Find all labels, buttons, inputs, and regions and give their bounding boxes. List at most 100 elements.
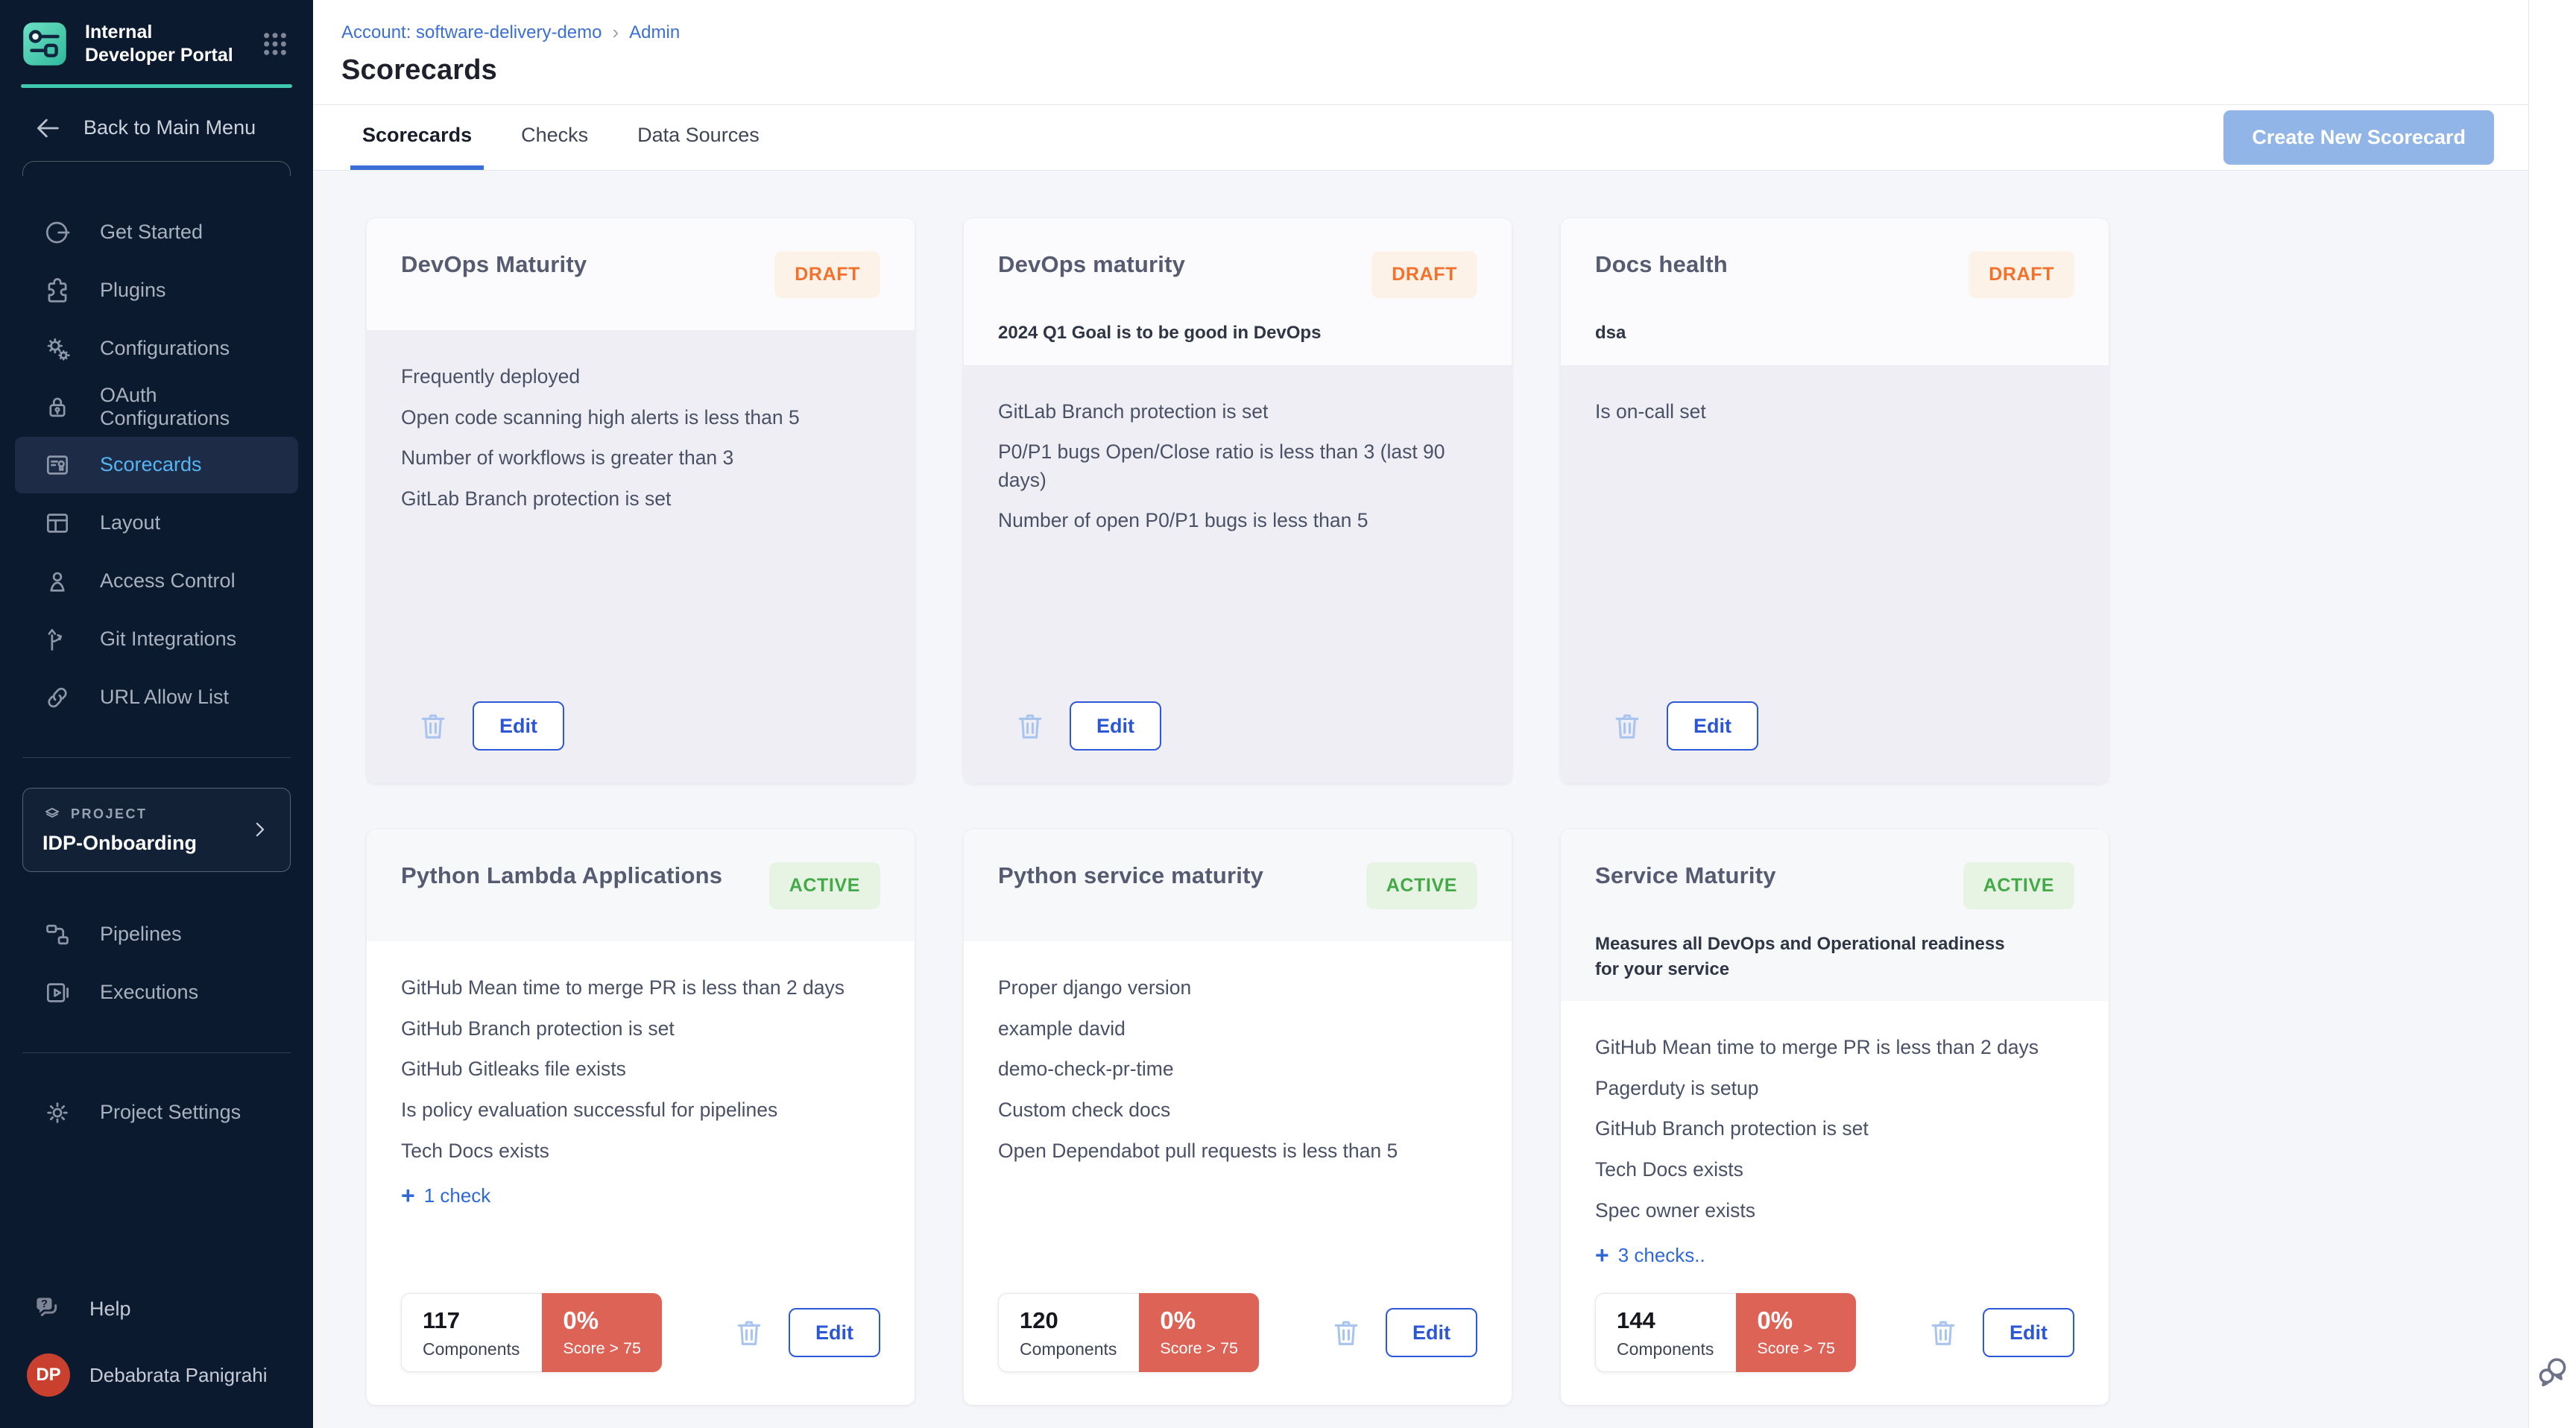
back-to-main-menu[interactable]: Back to Main Menu <box>0 88 313 143</box>
sidebar-nav-item[interactable]: Pipelines <box>15 906 298 963</box>
project-selector[interactable]: PROJECT IDP-Onboarding <box>22 788 291 872</box>
nav-item-label: Pipelines <box>100 923 182 946</box>
nav-item-icon <box>43 218 72 247</box>
card-body: GitLab Branch protection is set P0/P1 bu… <box>964 365 1512 783</box>
delete-scorecard-button[interactable] <box>732 1315 766 1350</box>
nav-item-label: Git Integrations <box>100 628 236 651</box>
components-label: Components <box>423 1339 520 1359</box>
edit-scorecard-button[interactable]: Edit <box>473 701 564 751</box>
card-title: Docs health <box>1595 251 1728 278</box>
card-title: Python Lambda Applications <box>401 862 722 889</box>
more-checks-link[interactable]: + 1 check <box>401 1184 880 1207</box>
score-label: Score > 75 <box>1160 1339 1238 1358</box>
sidebar-divider <box>22 757 291 758</box>
check-item: GitHub Branch protection is set <box>1595 1115 2074 1143</box>
status-badge: ACTIVE <box>1366 862 1477 909</box>
breadcrumb-admin-link[interactable]: Admin <box>629 22 680 43</box>
score-label: Score > 75 <box>1757 1339 1835 1358</box>
trash-icon <box>1329 1315 1363 1350</box>
score-value: 0% <box>1160 1307 1238 1335</box>
sidebar-nav-settings: Project Settings <box>0 1083 313 1143</box>
tab[interactable]: Checks <box>509 105 600 170</box>
check-list: GitHub Mean time to merge PR is less tha… <box>401 974 880 1178</box>
card-header: DevOps Maturity DRAFT <box>367 218 915 330</box>
delete-scorecard-button[interactable] <box>1329 1315 1363 1350</box>
user-menu[interactable]: DP Debabrata Panigrahi <box>0 1339 313 1428</box>
score-value: 0% <box>1757 1307 1835 1335</box>
sidebar-nav-item[interactable]: Get Started <box>15 204 298 261</box>
nav-item-icon <box>43 625 72 654</box>
plus-icon: + <box>401 1184 415 1207</box>
help-button[interactable]: ? Help <box>0 1279 313 1339</box>
check-item: demo-check-pr-time <box>998 1055 1477 1084</box>
help-label: Help <box>89 1298 131 1321</box>
card-body: Frequently deployed Open code scanning h… <box>367 330 915 783</box>
check-item: Tech Docs exists <box>401 1137 880 1166</box>
card-body: Is on-call set Edit <box>1561 365 2109 783</box>
sidebar-divider <box>22 1052 291 1053</box>
edit-scorecard-button[interactable]: Edit <box>789 1308 880 1357</box>
components-count: 120 <box>1020 1307 1117 1334</box>
components-stat: 120 Components <box>998 1293 1139 1372</box>
sidebar-nav-item[interactable]: Scorecards <box>15 437 298 493</box>
nav-item-icon <box>43 683 72 712</box>
tab[interactable]: Data Sources <box>625 105 771 170</box>
sidebar-nav-item[interactable]: Executions <box>15 964 298 1021</box>
card-footer: Edit <box>401 701 880 751</box>
trash-icon <box>732 1315 766 1350</box>
components-stat: 144 Components <box>1595 1293 1736 1372</box>
breadcrumb-account-link[interactable]: Account: software-delivery-demo <box>341 22 602 43</box>
sidebar-nav-item[interactable]: Project Settings <box>15 1084 298 1141</box>
edit-scorecard-button[interactable]: Edit <box>1386 1308 1477 1357</box>
status-badge: ACTIVE <box>769 862 880 909</box>
create-new-scorecard-button[interactable]: Create New Scorecard <box>2223 110 2494 165</box>
edit-scorecard-button[interactable]: Edit <box>1070 701 1161 751</box>
card-header: Python service maturity ACTIVE <box>964 830 1512 941</box>
card-actions: Edit <box>732 1308 880 1357</box>
nav-item-label: Plugins <box>100 279 166 302</box>
support-chat-icon[interactable] <box>2535 1353 2571 1389</box>
check-item: Number of workflows is greater than 3 <box>401 444 880 473</box>
check-item: Tech Docs exists <box>1595 1156 2074 1184</box>
card-title-row: Service Maturity ACTIVE <box>1595 862 2074 909</box>
delete-scorecard-button[interactable] <box>1926 1315 1960 1350</box>
card-actions: Edit <box>1610 701 1758 751</box>
components-count: 144 <box>1617 1307 1714 1334</box>
check-item: Open Dependabot pull requests is less th… <box>998 1137 1477 1166</box>
sidebar-nav-item[interactable]: Git Integrations <box>15 611 298 668</box>
trash-icon <box>416 709 450 743</box>
status-badge: DRAFT <box>774 251 880 298</box>
score-stat: 0% Score > 75 <box>542 1293 662 1372</box>
nav-item-icon <box>43 509 72 537</box>
sidebar-nav-item[interactable]: Plugins <box>15 262 298 319</box>
more-checks-link[interactable]: + 3 checks.. <box>1595 1243 2074 1267</box>
sidebar-nav-item[interactable]: Configurations <box>15 320 298 377</box>
sidebar-nav-item[interactable]: Layout <box>15 495 298 552</box>
sidebar-nav-item[interactable]: URL Allow List <box>15 669 298 726</box>
nav-item-icon <box>43 451 72 479</box>
sidebar-nav-item[interactable]: OAuth Configurations <box>15 379 298 435</box>
check-item: Is policy evaluation successful for pipe… <box>401 1096 880 1125</box>
components-count: 117 <box>423 1307 520 1334</box>
delete-scorecard-button[interactable] <box>416 709 450 743</box>
nav-item-label: Get Started <box>100 221 203 244</box>
card-actions: Edit <box>1329 1308 1477 1357</box>
score-label: Score > 75 <box>563 1339 641 1358</box>
edit-scorecard-button[interactable]: Edit <box>1667 701 1758 751</box>
sidebar-nav-item[interactable]: Access Control <box>15 553 298 610</box>
score-stat: 0% Score > 75 <box>1139 1293 1259 1372</box>
plus-icon: + <box>1595 1243 1609 1267</box>
delete-scorecard-button[interactable] <box>1013 709 1047 743</box>
card-title-row: Docs health DRAFT <box>1595 251 2074 298</box>
delete-scorecard-button[interactable] <box>1610 709 1644 743</box>
nav-item-label: Configurations <box>100 337 230 360</box>
app-switcher-grid-icon[interactable] <box>259 28 291 60</box>
status-badge: ACTIVE <box>1963 862 2074 909</box>
nav-item-icon <box>43 335 72 363</box>
tab[interactable]: Scorecards <box>350 105 484 170</box>
scorecard-card: DevOps Maturity DRAFT Frequently deploye… <box>367 218 915 783</box>
project-info: PROJECT IDP-Onboarding <box>42 805 248 855</box>
svg-text:?: ? <box>41 1298 48 1310</box>
edit-scorecard-button[interactable]: Edit <box>1983 1308 2074 1357</box>
nav-item-icon <box>43 1099 72 1127</box>
